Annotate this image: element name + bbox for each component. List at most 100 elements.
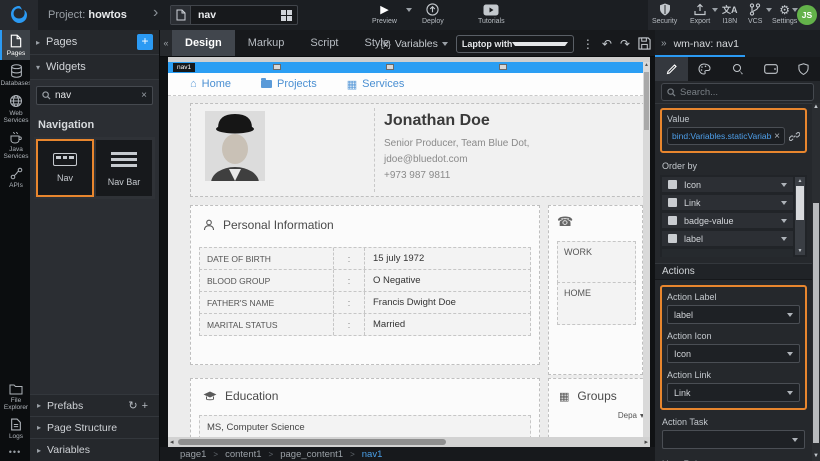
nav-item-projects[interactable]: Projects [261, 78, 317, 90]
settings-button[interactable]: ⚙ Settings [772, 3, 797, 25]
tab-styles[interactable] [688, 57, 721, 81]
action-label-select[interactable]: label [667, 305, 800, 324]
variables-button[interactable]: {x} Variables [380, 38, 448, 50]
properties-search-input[interactable]: Search... [661, 83, 814, 101]
chevron-down-icon[interactable] [781, 219, 787, 223]
export-caret-icon[interactable] [712, 8, 718, 12]
tab-security[interactable] [787, 57, 820, 81]
table-row[interactable]: DATE OF BIRTH : 15 july 1972 [199, 247, 531, 270]
table-row[interactable]: WORK [557, 241, 636, 283]
scroll-down-icon[interactable]: ▼ [795, 247, 805, 255]
refresh-icon[interactable]: ↻ [128, 400, 141, 412]
rail-item-web-services[interactable]: Web Services [0, 90, 30, 127]
action-icon-select[interactable]: Icon [667, 344, 800, 363]
chevron-down-icon[interactable] [781, 201, 787, 205]
widget-tile-navbar[interactable]: Nav Bar [96, 140, 152, 196]
order-by-item-icon[interactable]: Icon [662, 177, 793, 192]
page-grid-icon[interactable] [281, 10, 292, 21]
scrollbar-thumb[interactable] [644, 72, 649, 130]
bind-link-icon[interactable] [789, 131, 800, 142]
rail-item-file-explorer[interactable]: File Explorer [0, 379, 30, 414]
user-avatar[interactable]: JS [797, 5, 817, 25]
widget-search-input[interactable]: nav × [36, 86, 153, 105]
action-link-select[interactable]: Link [667, 383, 800, 402]
personal-info-card[interactable]: Personal Information DATE OF BIRTH : 15 … [190, 205, 540, 365]
scroll-left-icon[interactable]: ◂ [170, 438, 174, 446]
widgets-section-header[interactable]: ▾ Widgets [30, 55, 159, 80]
nav-item-services[interactable]: ▦ Services [347, 78, 405, 91]
redo-icon[interactable]: ↷ [620, 37, 630, 51]
tab-device[interactable] [754, 57, 787, 81]
resize-handle[interactable] [499, 64, 507, 70]
scrollbar-thumb[interactable] [796, 186, 804, 220]
tutorials-button[interactable]: Tutorials [478, 3, 505, 25]
checkbox[interactable] [668, 198, 677, 207]
table-row[interactable]: MARITAL STATUS : Married [199, 313, 531, 336]
more-options-icon[interactable]: ⋮ [582, 37, 594, 51]
table-row[interactable]: MS, Computer Science [199, 415, 531, 437]
nav-item-home[interactable]: ⌂ Home [190, 78, 231, 90]
rail-item-databases[interactable]: Databases [0, 60, 30, 90]
deploy-button[interactable]: Deploy [422, 3, 444, 25]
scrollbar-thumb[interactable] [813, 203, 819, 443]
collapse-left-panel-button[interactable]: « [160, 30, 172, 56]
panel-vertical-scrollbar[interactable]: ▲ ▼ [812, 103, 820, 461]
pages-section-header[interactable]: ▸ Pages + [30, 30, 159, 55]
checkbox[interactable] [668, 234, 677, 243]
add-page-button[interactable]: + [137, 34, 153, 50]
undo-icon[interactable]: ↶ [602, 37, 612, 51]
tab-markup[interactable]: Markup [235, 30, 298, 56]
breadcrumb-item-current[interactable]: nav1 [362, 449, 383, 460]
preview-caret-icon[interactable] [406, 8, 412, 12]
rail-item-logs[interactable]: Logs [0, 414, 30, 443]
vcs-button[interactable]: VCS [748, 3, 762, 25]
scroll-down-icon[interactable]: ▼ [812, 452, 820, 461]
page-structure-section-header[interactable]: ▸ Page Structure [30, 417, 159, 439]
breadcrumb-item[interactable]: content1 [225, 449, 261, 460]
resize-handle[interactable] [273, 64, 281, 70]
scroll-up-icon[interactable]: ▲ [812, 103, 820, 112]
table-row[interactable]: BLOOD GROUP : O Negative [199, 269, 531, 292]
security-button[interactable]: Security [652, 3, 677, 25]
canvas-vertical-scrollbar[interactable]: ▲ [643, 62, 650, 437]
device-selector[interactable]: Laptop with MDPI Screen [456, 35, 574, 53]
rail-more-icon[interactable]: ••• [0, 443, 30, 457]
checkbox[interactable] [668, 216, 677, 225]
breadcrumb-item[interactable]: page1 [180, 449, 206, 460]
scroll-up-icon[interactable]: ▲ [795, 177, 805, 185]
horizontal-scrollbar[interactable]: ◂ ▸ [168, 437, 650, 447]
i18n-button[interactable]: 文A I18N [722, 3, 738, 25]
order-by-item-label[interactable]: label [662, 231, 793, 246]
nav-widget-selection[interactable]: nav1 [168, 62, 643, 73]
widget-tile-nav[interactable]: Nav [37, 140, 93, 196]
scroll-right-icon[interactable]: ▸ [644, 438, 648, 446]
scrollbar-thumb[interactable] [178, 439, 446, 445]
groups-dropdown[interactable]: Depa [618, 411, 644, 420]
rail-item-java-services[interactable]: Java Services [0, 127, 30, 163]
table-row[interactable]: FATHER'S NAME : Francis Dwight Doe [199, 291, 531, 314]
prefabs-section-header[interactable]: ▸ Prefabs ↻+ [30, 395, 159, 417]
order-by-item-link[interactable]: Link [662, 195, 793, 210]
wavemaker-logo-icon[interactable] [0, 0, 38, 30]
chevron-down-icon[interactable] [781, 183, 787, 187]
rail-item-apis[interactable]: APIs [0, 163, 30, 192]
collapse-right-panel-icon[interactable]: » [661, 38, 667, 49]
clear-search-icon[interactable]: × [141, 90, 147, 101]
contact-card[interactable]: ☎ WORK HOME [548, 205, 643, 375]
chevron-down-icon[interactable] [781, 237, 787, 241]
variables-section-header[interactable]: ▸ Variables [30, 439, 159, 461]
rail-item-pages[interactable]: Pages [0, 30, 30, 60]
breadcrumb-item[interactable]: page_content1 [280, 449, 343, 460]
profile-card[interactable]: Jonathan Doe Senior Producer, Team Blue … [190, 103, 650, 197]
clear-binding-icon[interactable]: × [774, 131, 780, 142]
education-card[interactable]: Education MS, Computer Science [190, 378, 540, 437]
order-by-scrollbar[interactable]: ▲ ▼ [795, 177, 805, 255]
table-row[interactable]: HOME [557, 282, 636, 325]
export-button[interactable]: Export [690, 3, 710, 25]
action-task-select[interactable] [662, 430, 805, 449]
save-icon[interactable] [638, 37, 651, 50]
tab-events[interactable] [721, 57, 754, 81]
tab-script[interactable]: Script [297, 30, 351, 56]
checkbox[interactable] [668, 180, 677, 189]
scroll-up-icon[interactable]: ▲ [643, 62, 650, 69]
